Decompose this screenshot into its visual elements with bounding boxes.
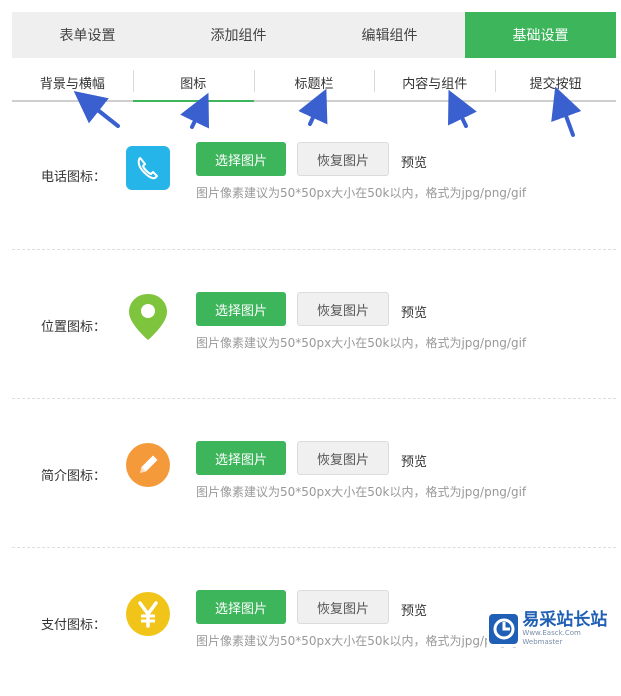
choose-image-button[interactable]: 选择图片	[196, 590, 286, 624]
size-hint: 图片像素建议为50*50px大小在50k以内，格式为jpg/png/gif	[196, 336, 527, 350]
row-label: 位置图标：	[41, 320, 107, 335]
setting-row-location: 位置图标： 选择图片 恢复图片 预览 图片像素建议为50*50px大小在50k以…	[0, 250, 621, 398]
restore-image-button[interactable]: 恢复图片	[297, 441, 389, 475]
preview-link[interactable]: 预览	[401, 600, 427, 619]
location-pin-icon	[126, 292, 170, 340]
main-tab-bar: 表单设置 添加组件 编辑组件 基础设置	[12, 12, 616, 58]
preview-link[interactable]: 预览	[401, 451, 427, 470]
subtab-title-bar[interactable]: 标题栏	[253, 64, 375, 100]
site-watermark: 易采站长站 Www.Easck.Com Webmaster	[487, 611, 621, 647]
restore-image-button[interactable]: 恢复图片	[297, 142, 389, 176]
size-hint: 图片像素建议为50*50px大小在50k以内，格式为jpg/png/gif	[196, 485, 527, 499]
tab-basic-settings[interactable]: 基础设置	[465, 12, 616, 58]
tab-edit-component[interactable]: 编辑组件	[314, 12, 465, 58]
size-hint: 图片像素建议为50*50px大小在50k以内，格式为jpg/png/gif	[196, 634, 527, 648]
row-label: 简介图标：	[41, 469, 107, 484]
setting-row-intro: 简介图标： 选择图片 恢复图片 预览 图片像素建议为50*50px大小在50k以…	[0, 399, 621, 547]
subtab-background-banner[interactable]: 背景与横幅	[12, 64, 133, 100]
row-label: 支付图标：	[41, 618, 107, 633]
restore-image-button[interactable]: 恢复图片	[297, 292, 389, 326]
preview-link[interactable]: 预览	[401, 302, 427, 321]
watermark-subtitle: Www.Easck.Com Webmaster	[522, 629, 581, 646]
preview-link[interactable]: 预览	[401, 152, 427, 171]
phone-icon	[126, 146, 170, 190]
watermark-title: 易采站长站	[522, 610, 608, 630]
subtab-icons[interactable]: 图标	[132, 64, 254, 102]
subtab-submit-button[interactable]: 提交按钮	[495, 64, 616, 100]
row-label: 电话图标：	[41, 170, 107, 185]
watermark-logo-icon	[489, 614, 519, 644]
size-hint: 图片像素建议为50*50px大小在50k以内，格式为jpg/png/gif	[196, 186, 527, 200]
restore-image-button[interactable]: 恢复图片	[297, 590, 389, 624]
choose-image-button[interactable]: 选择图片	[196, 441, 286, 475]
setting-row-phone: 电话图标： 选择图片 恢复图片 预览 图片像素建议为50*50px大小在50k以…	[0, 100, 621, 248]
choose-image-button[interactable]: 选择图片	[196, 292, 286, 326]
subtab-content-components[interactable]: 内容与组件	[374, 64, 495, 100]
sub-tab-bar: 背景与横幅 图标 标题栏 内容与组件 提交按钮	[12, 64, 616, 102]
pencil-icon	[126, 443, 170, 487]
yen-icon	[126, 592, 170, 636]
tab-add-component[interactable]: 添加组件	[163, 12, 314, 58]
tab-form-settings[interactable]: 表单设置	[12, 12, 163, 58]
choose-image-button[interactable]: 选择图片	[196, 142, 286, 176]
